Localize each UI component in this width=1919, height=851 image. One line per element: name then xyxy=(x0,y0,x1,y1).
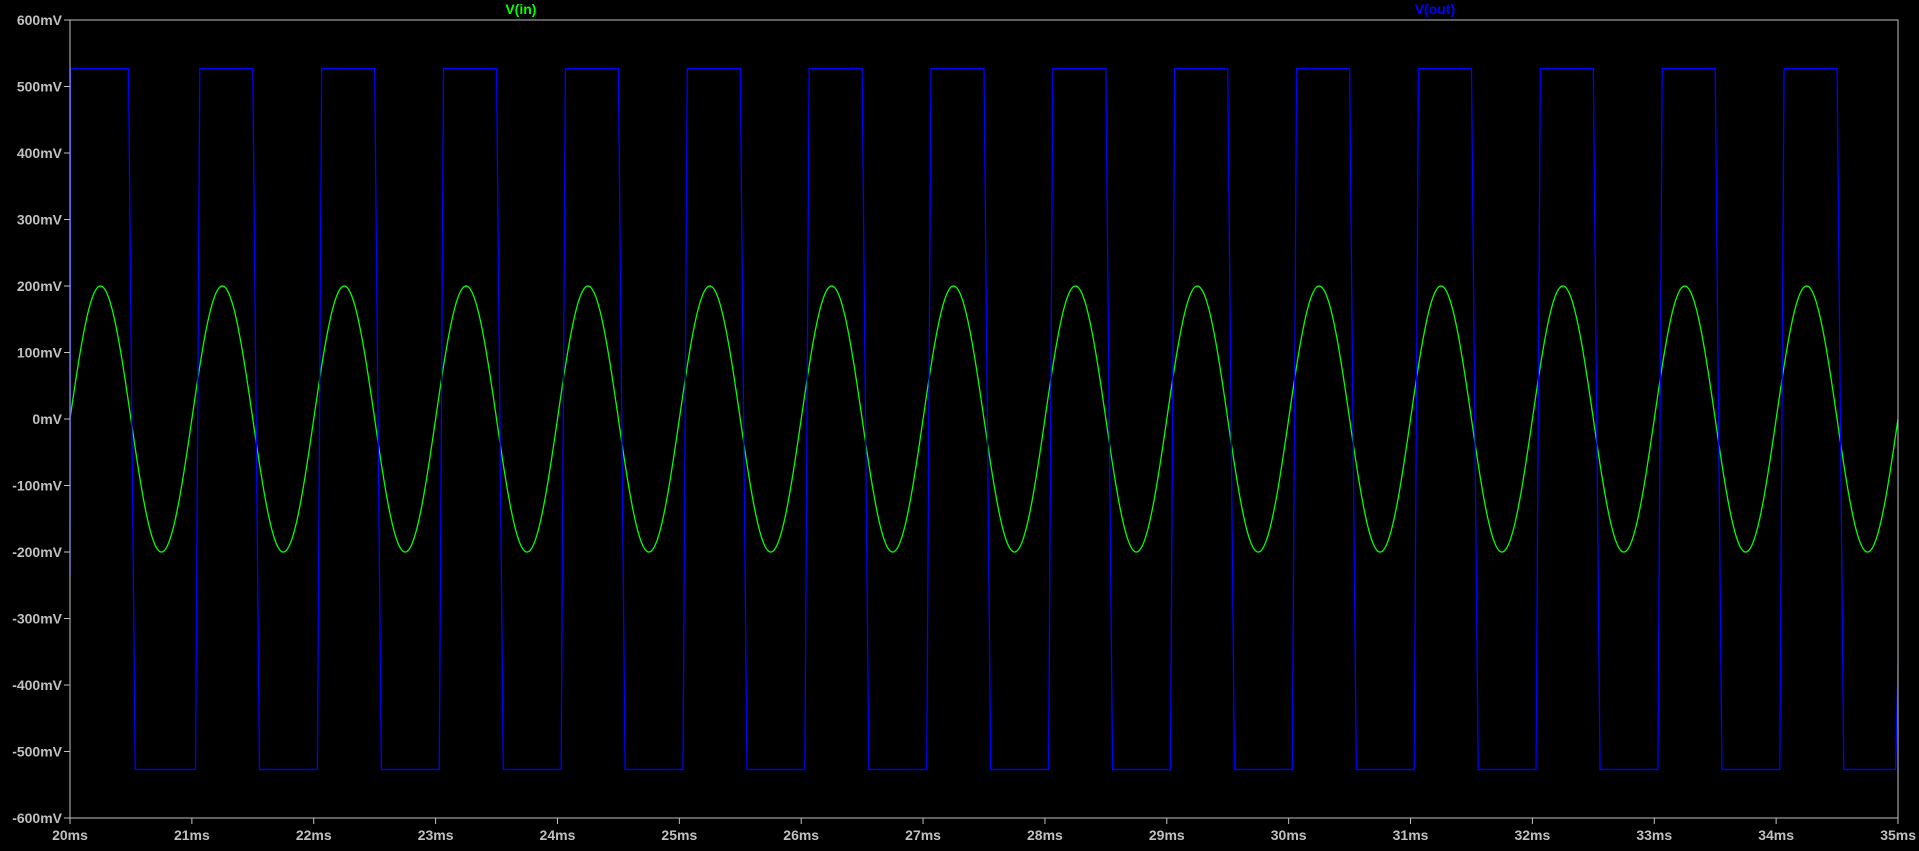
legend-label[interactable]: V(in) xyxy=(505,1,536,17)
x-tick-label: 20ms xyxy=(52,827,88,843)
x-tick-label: 23ms xyxy=(418,827,454,843)
x-tick-label: 29ms xyxy=(1149,827,1185,843)
x-tick-label: 34ms xyxy=(1758,827,1794,843)
y-tick-label: -100mV xyxy=(12,478,62,494)
legend-label[interactable]: V(out) xyxy=(1415,1,1455,17)
x-tick-label: 28ms xyxy=(1027,827,1063,843)
y-tick-label: 100mV xyxy=(17,345,63,361)
x-tick-label: 26ms xyxy=(783,827,819,843)
x-tick-label: 27ms xyxy=(905,827,941,843)
waveform-viewer: 600mV 500mV 400mV 300mV 200mV 100mV 0mV -100mV -… xyxy=(0,0,1919,846)
x-tick-label: 32ms xyxy=(1514,827,1550,843)
y-tick-label: -300mV xyxy=(12,611,62,627)
plot-svg: 600mV 500mV 400mV 300mV 200mV 100mV 0mV -100mV -… xyxy=(0,0,1919,846)
x-tick-label: 24ms xyxy=(540,827,576,843)
y-tick-label: 200mV xyxy=(17,278,63,294)
x-tick-label: 21ms xyxy=(174,827,210,843)
y-tick-label: -600mV xyxy=(12,810,62,826)
plot-background xyxy=(0,0,1919,846)
x-tick-label: 25ms xyxy=(661,827,697,843)
x-tick-label: 30ms xyxy=(1271,827,1307,843)
y-tick-label: -400mV xyxy=(12,677,62,693)
y-tick-label: 400mV xyxy=(17,145,63,161)
x-tick-label: 31ms xyxy=(1393,827,1429,843)
y-tick-label: 0mV xyxy=(32,411,62,427)
y-tick-label: 500mV xyxy=(17,79,63,95)
x-tick-label: 33ms xyxy=(1636,827,1672,843)
x-tick-label: 22ms xyxy=(296,827,332,843)
x-tick-label: 35ms xyxy=(1880,827,1916,843)
y-tick-label: -500mV xyxy=(12,744,62,760)
y-tick-label: 600mV xyxy=(17,12,63,28)
y-tick-label: -200mV xyxy=(12,544,62,560)
y-tick-label: 300mV xyxy=(17,212,63,228)
